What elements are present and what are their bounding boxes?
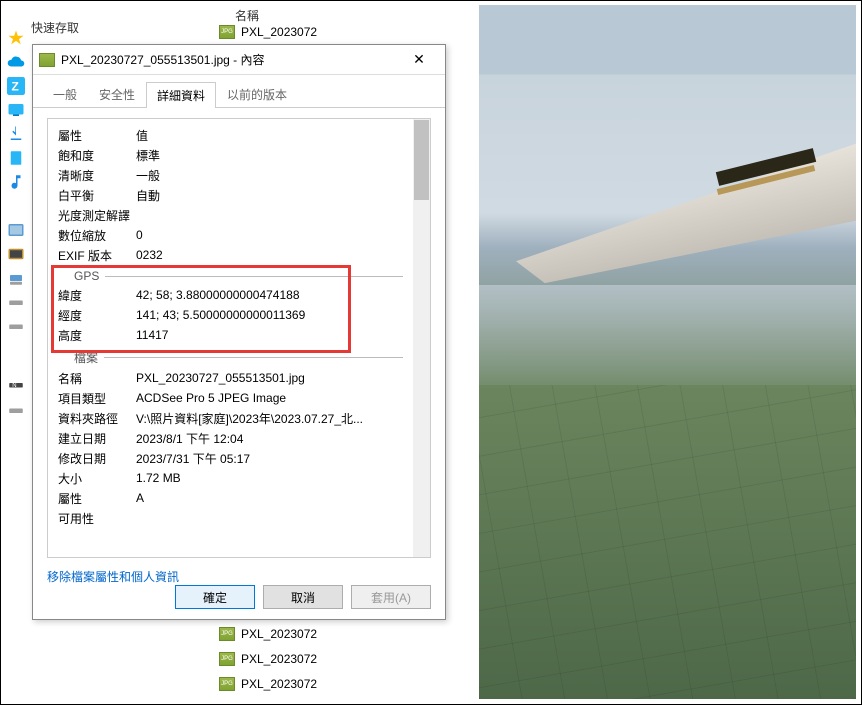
prop-row[interactable]: EXIF 版本0232 [58,245,403,265]
jpg-icon: JPG [219,627,235,641]
properties-dialog: PXL_20230727_055513501.jpg - 內容 ✕ 一般 安全性… [32,44,446,620]
music-icon[interactable] [7,173,25,191]
prop-row[interactable]: 光度測定解譯 [58,205,403,225]
prop-row[interactable]: 屬性A [58,488,403,508]
empty-icon [7,197,25,215]
drive-icon[interactable] [7,269,25,287]
onedrive-icon[interactable] [7,53,25,71]
tab-details[interactable]: 詳細資料 [146,82,216,108]
apply-button[interactable]: 套用(A) [351,585,431,609]
fields-layer [479,385,856,699]
prop-row[interactable]: 清晰度一般 [58,165,403,185]
documents-icon[interactable] [7,149,25,167]
details-scroll-area: 屬性 值 飽和度標準 清晰度一般 白平衡自動 光度測定解譯 數位縮放0 EXIF… [47,118,431,558]
videos-icon[interactable] [7,245,25,263]
tab-previous-versions[interactable]: 以前的版本 [216,81,298,107]
dialog-content: 屬性 值 飽和度標準 清晰度一般 白平衡自動 光度測定解譯 數位縮放0 EXIF… [33,108,445,595]
header-row: 屬性 值 [58,125,403,145]
prop-row-longitude[interactable]: 經度141; 43; 5.50000000000011369 [58,305,403,325]
pictures-icon[interactable] [7,221,25,239]
file-row[interactable]: JPG PXL_2023072 [219,646,419,671]
section-file: 檔案 [58,349,403,366]
prop-row[interactable]: 飽和度標準 [58,145,403,165]
column-header-name[interactable]: 名稱 [235,7,259,24]
jpg-icon: JPG [219,25,235,39]
prop-row[interactable]: 可用性 [58,508,403,528]
more-icon[interactable] [7,401,25,419]
prop-row[interactable]: 資料夾路徑V:\照片資料[家庭]\2023年\2023.07.27_北... [58,408,403,428]
jpg-icon [39,53,55,67]
downloads-icon[interactable] [7,125,25,143]
svg-text:N: N [12,383,16,389]
prop-row[interactable]: 項目類型ACDSee Pro 5 JPEG Image [58,388,403,408]
prop-row-latitude[interactable]: 緯度42; 58; 3.88000000000474188 [58,285,403,305]
svg-text:Z: Z [12,80,19,94]
properties-list: 屬性 值 飽和度標準 清晰度一般 白平衡自動 光度測定解譯 數位縮放0 EXIF… [48,119,413,534]
prop-row[interactable]: 名稱PXL_20230727_055513501.jpg [58,368,403,388]
jpg-icon: JPG [219,677,235,691]
remove-properties-link[interactable]: 移除檔案屬性和個人資訊 [47,568,179,585]
dialog-title: PXL_20230727_055513501.jpg - 內容 [61,51,399,68]
file-name: PXL_2023072 [241,652,317,666]
tab-general[interactable]: 一般 [42,81,88,107]
prop-row[interactable]: 白平衡自動 [58,185,403,205]
scrollbar-thumb[interactable] [414,120,429,200]
prop-row[interactable]: 建立日期2023/8/1 下午 12:04 [58,428,403,448]
cancel-button[interactable]: 取消 [263,585,343,609]
file-name: PXL_2023072 [241,627,317,641]
network-icon[interactable]: N [7,377,25,395]
header-prop: 屬性 [58,127,136,144]
file-row[interactable]: JPG PXL_2023072 [219,671,419,696]
jpg-icon: JPG [219,652,235,666]
prop-row[interactable]: 修改日期2023/7/31 下午 05:17 [58,448,403,468]
close-icon[interactable]: ✕ [399,51,439,68]
dialog-titlebar[interactable]: PXL_20230727_055513501.jpg - 內容 ✕ [33,45,445,75]
dialog-button-row: 確定 取消 套用(A) [175,585,431,609]
image-preview-pane [479,5,856,699]
tab-bar: 一般 安全性 詳細資料 以前的版本 [33,75,445,108]
file-row[interactable]: JPG PXL_2023072 [219,621,419,646]
header-val: 值 [136,127,403,144]
vertical-scrollbar[interactable] [413,119,430,557]
drive-icon-3[interactable] [7,317,25,335]
prop-row-altitude[interactable]: 高度11417 [58,325,403,345]
ok-button[interactable]: 確定 [175,585,255,609]
tab-security[interactable]: 安全性 [88,81,146,107]
drive-icon-2[interactable] [7,293,25,311]
file-list-below: JPG PXL_2023072 JPG PXL_2023072 JPG PXL_202… [219,621,419,696]
quick-access-label[interactable]: 快速存取 [31,19,79,36]
quick-access-icon[interactable] [7,29,25,47]
prop-row[interactable]: 數位縮放0 [58,225,403,245]
file-name: PXL_2023072 [241,677,317,691]
explorer-nav-sidebar: Z N [1,1,31,704]
section-gps: GPS [58,269,403,283]
z-icon[interactable]: Z [7,77,25,95]
prop-row[interactable]: 大小1.72 MB [58,468,403,488]
file-row-bg[interactable]: JPG PXL_2023072 [219,25,317,39]
desktop-icon[interactable] [7,101,25,119]
airplane-wing [516,135,856,285]
file-name: PXL_2023072 [241,25,317,39]
